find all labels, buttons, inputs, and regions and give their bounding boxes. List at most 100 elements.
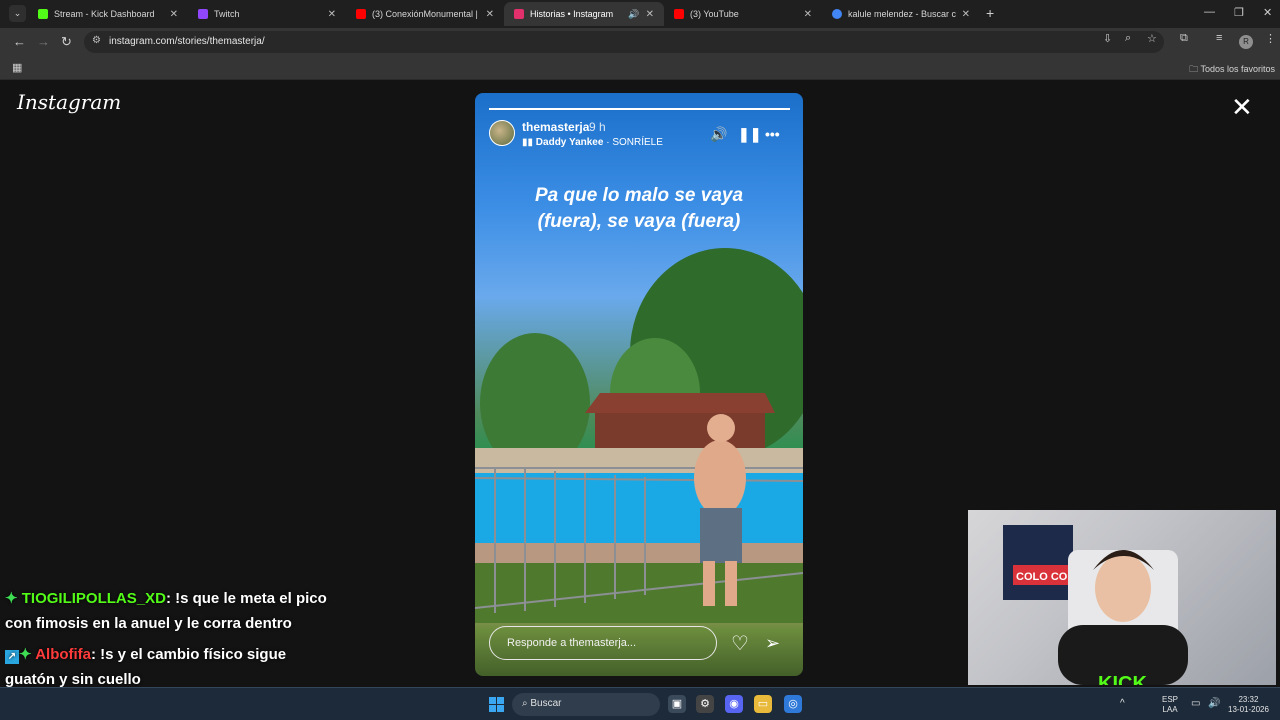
reload-icon[interactable]: ↻ [61, 34, 72, 50]
story-viewer[interactable]: themasterja 9 h ▮▮ Daddy Yankee · SONRÍE… [475, 93, 803, 676]
more-options-icon[interactable]: ••• [765, 126, 780, 142]
close-tab-icon[interactable]: ✕ [646, 9, 654, 20]
minimize-icon[interactable]: — [1204, 6, 1215, 18]
tab-title: (3) YouTube [690, 9, 739, 19]
language-layout: LAA [1162, 705, 1178, 714]
caption-line-1: Pa que lo malo se vaya [534, 185, 744, 206]
youtube-favicon-icon [356, 9, 366, 19]
language-indicator[interactable]: ESP LAA [1162, 695, 1178, 715]
tab-twitch[interactable]: Twitch ✕ [188, 2, 346, 26]
chat-username: TIOGILIPOLLAS_XD [21, 590, 166, 607]
tab-title: (3) ConexiónMonumental | Cor [372, 9, 480, 19]
tab-search-button[interactable]: ⌄ [9, 5, 26, 22]
clock[interactable]: 23:32 13-01-2026 [1228, 695, 1269, 715]
tab-title: Historias • Instagram [530, 9, 614, 19]
kick-favicon-icon [38, 9, 48, 19]
tab-strip: ⌄ Stream - Kick Dashboard ✕ Twitch ✕ (3)… [0, 0, 1280, 28]
clock-date: 13-01-2026 [1228, 705, 1269, 714]
instagram-logo[interactable]: Instagram [17, 90, 121, 114]
speaker-icon[interactable]: 🔊 [1208, 699, 1220, 709]
all-bookmarks-folder[interactable]: 🗀 Todos los favoritos [1189, 62, 1275, 78]
volume-icon[interactable]: 🔊 [710, 126, 727, 143]
extensions-icon[interactable]: ⧉ [1180, 32, 1188, 45]
instagram-stories-page: Instagram ✕ themasterja 9 h ▮▮ Daddy Yan… [0, 80, 1280, 688]
music-artist: Daddy Yankee [535, 137, 604, 148]
tab-kick-dashboard[interactable]: Stream - Kick Dashboard ✕ [28, 2, 188, 26]
close-tab-icon[interactable]: ✕ [170, 9, 178, 20]
reply-input[interactable]: Responde a themasterja... [489, 626, 717, 660]
close-tab-icon[interactable]: ✕ [962, 9, 970, 20]
new-tab-plus-icon[interactable]: + [986, 5, 994, 21]
tab-title: Twitch [214, 9, 240, 19]
story-music-info[interactable]: ▮▮ Daddy Yankee · SONRÍELE [522, 137, 663, 148]
send-paper-plane-icon[interactable]: ➢ [765, 633, 780, 654]
taskbar-search[interactable]: ⌕ Buscar [512, 693, 660, 716]
windows-taskbar: ⌕ Buscar ▣ ⚙ ◉ ▭ ◎ ^ ESP LAA ▭ 🔊 23:32 1… [0, 687, 1280, 720]
maximize-icon[interactable]: ❐ [1234, 6, 1244, 19]
tab-audio-speaker-icon[interactable]: 🔊 [628, 9, 639, 20]
tab-title: Stream - Kick Dashboard [54, 9, 155, 19]
music-bars-icon: ▮▮ [522, 137, 536, 148]
close-window-icon[interactable]: ✕ [1263, 6, 1272, 19]
chat-message: ↗ ✦ Albofifa: !s y el cambio físico sigue… [5, 642, 330, 692]
stream-chat-overlay: ✦ TIOGILIPOLLAS_XD: !s que le meta el pi… [5, 586, 330, 692]
zoom-icon[interactable]: ⌕ [1125, 32, 1131, 45]
twitch-favicon-icon [198, 9, 208, 19]
instagram-favicon-icon [514, 9, 524, 19]
story-progress-bar [489, 108, 790, 110]
menu-kebab-icon[interactable]: ⋮ [1265, 32, 1276, 45]
music-song: SONRÍELE [612, 137, 663, 148]
tab-title: kalule melendez - Buscar con G [848, 9, 956, 19]
media-controls-icon[interactable]: ≡ [1216, 32, 1222, 44]
chat-message: ✦ TIOGILIPOLLAS_XD: !s que le meta el pi… [5, 586, 330, 636]
close-tab-icon[interactable]: ✕ [328, 9, 336, 20]
search-placeholder: Buscar [530, 698, 562, 709]
story-photo [475, 243, 803, 623]
webcam-overlay: COLO CO KICK natrolocc [968, 510, 1276, 685]
task-view-icon[interactable]: ▣ [668, 695, 686, 713]
bookmarks-bar: ▦ 🗀 Todos los favoritos [0, 56, 1280, 80]
bookmark-star-icon[interactable]: ☆ [1147, 32, 1157, 45]
story-username[interactable]: themasterja [522, 120, 589, 134]
youtube-favicon-icon [674, 9, 684, 19]
chrome-icon[interactable]: ◎ [784, 695, 802, 713]
clock-time: 23:32 [1238, 695, 1259, 704]
chat-badge-icon: ✦ [19, 646, 36, 663]
pause-icon[interactable]: ❚❚ [738, 126, 761, 143]
chat-username: Albofifa [35, 646, 92, 663]
chat-badge-icon: ✦ [5, 590, 22, 607]
discord-icon[interactable]: ◉ [725, 695, 743, 713]
close-tab-icon[interactable]: ✕ [804, 9, 812, 20]
folder-icon: 🗀 [1189, 64, 1201, 74]
network-icon[interactable]: ▭ [1191, 699, 1200, 709]
kick-label: KICK [1098, 673, 1147, 685]
apps-grid-icon[interactable]: ▦ [12, 61, 22, 74]
forward-arrow-icon[interactable]: → [37, 34, 50, 49]
story-timestamp: 9 h [589, 120, 606, 134]
chat-badge-icon: ↗ [5, 650, 19, 664]
tab-conexion-monumental[interactable]: (3) ConexiónMonumental | Cor ✕ [346, 2, 504, 26]
all-bookmarks-label: Todos los favoritos [1200, 64, 1275, 74]
music-separator: · [603, 137, 613, 148]
language-code: ESP [1162, 695, 1179, 704]
profile-avatar[interactable]: R [1239, 35, 1253, 49]
tab-youtube[interactable]: (3) YouTube ✕ [664, 2, 822, 26]
caption-line-2: (fuera), se vaya (fuera) [537, 211, 741, 232]
site-info-icon[interactable]: ⚙ [92, 35, 101, 46]
show-hidden-icons-icon[interactable]: ^ [1120, 699, 1125, 709]
address-bar[interactable]: ⚙ instagram.com/stories/themasterja/ [84, 31, 1164, 53]
tab-instagram-stories[interactable]: Historias • Instagram 🔊 ✕ [504, 2, 664, 26]
windows-start-icon[interactable] [489, 697, 504, 712]
close-stories-icon[interactable]: ✕ [1231, 94, 1253, 120]
tab-google-search[interactable]: kalule melendez - Buscar con G ✕ [822, 2, 980, 26]
story-user-avatar[interactable] [489, 120, 515, 146]
like-heart-icon[interactable]: ♡ [731, 631, 749, 656]
close-tab-icon[interactable]: ✕ [486, 9, 494, 20]
file-explorer-icon[interactable]: ▭ [754, 695, 772, 713]
url-text[interactable]: instagram.com/stories/themasterja/ [109, 36, 265, 47]
poster-text: COLO CO [1016, 571, 1068, 583]
install-app-icon[interactable]: ⇩ [1103, 32, 1112, 45]
browser-toolbar: ← → ↻ ⚙ instagram.com/stories/themasterj… [0, 28, 1280, 56]
back-arrow-icon[interactable]: ← [13, 34, 26, 49]
steam-icon[interactable]: ⚙ [696, 695, 714, 713]
